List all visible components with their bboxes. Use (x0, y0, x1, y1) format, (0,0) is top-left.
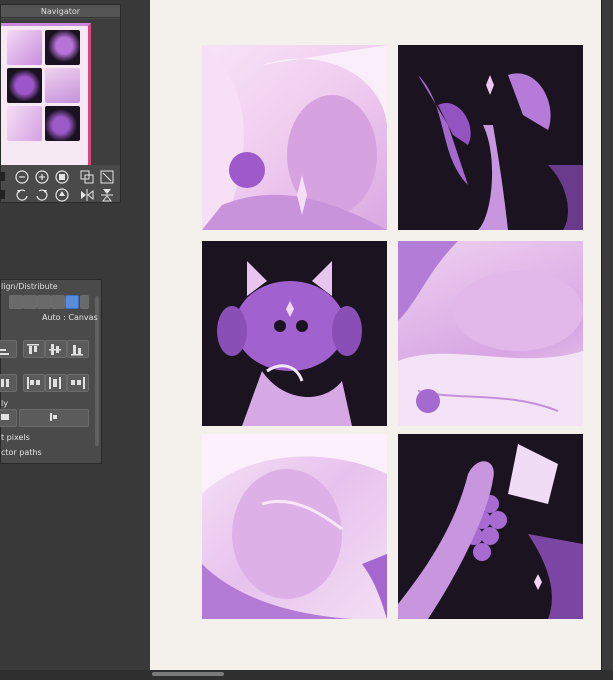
horizontal-scrollbar[interactable] (0, 670, 613, 680)
target-layer-button[interactable] (23, 295, 37, 309)
rotate-right-icon[interactable] (34, 187, 50, 203)
target-auto-button[interactable] (65, 295, 79, 309)
fit-icon[interactable] (79, 169, 95, 185)
zoom-in-icon[interactable] (34, 169, 50, 185)
rotate-left-icon[interactable] (14, 187, 30, 203)
target-key-object-button[interactable] (37, 295, 51, 309)
canvas-area[interactable] (150, 0, 601, 670)
target-mode-label: Auto : Canvas (42, 313, 98, 322)
square-icon-2[interactable] (0, 187, 9, 203)
align-middle-button[interactable] (45, 340, 67, 358)
navigator-title: Navigator (1, 5, 120, 18)
artwork-panel-2[interactable] (398, 45, 583, 230)
right-panel-divider (601, 0, 602, 680)
right-panel-edge (601, 0, 613, 680)
pixels-option-label: t pixels (1, 433, 30, 442)
nav-thumb-5 (7, 106, 42, 141)
artwork-panel-6[interactable] (398, 434, 583, 619)
nav-thumb-2 (45, 30, 80, 65)
flip-horizontal-icon[interactable] (79, 187, 95, 203)
zoom-out-icon[interactable] (14, 169, 30, 185)
spacing-right-button[interactable] (19, 409, 89, 427)
spacing-left-button[interactable] (0, 409, 17, 427)
vector-paths-option-label: ctor paths (1, 448, 42, 457)
horizontal-scrollbar-thumb[interactable] (152, 672, 224, 676)
artwork-panel-4[interactable] (398, 241, 583, 426)
align-distribute-panel: lign/Distribute Auto : Canvas ly t pixel… (0, 279, 102, 464)
artwork-panel-1[interactable] (202, 45, 387, 230)
reset-rotation-icon[interactable] (54, 187, 70, 203)
align-panel-title: lign/Distribute (1, 282, 58, 291)
nav-thumb-4 (45, 68, 80, 103)
target-selection-button[interactable] (9, 295, 23, 309)
distribute-middle-button[interactable] (45, 374, 67, 392)
target-canvas-button[interactable] (51, 295, 65, 309)
flip-vertical-icon[interactable] (99, 187, 115, 203)
target-dropdown-button[interactable] (80, 295, 89, 309)
expand-icon[interactable] (99, 169, 115, 185)
distribute-bottom-button[interactable] (67, 374, 89, 392)
record-icon[interactable] (54, 169, 70, 185)
distribute-left-button[interactable] (0, 374, 17, 392)
distribute-top-button[interactable] (23, 374, 45, 392)
nav-thumb-3 (7, 68, 42, 103)
align-bottom-button[interactable] (67, 340, 89, 358)
align-top-button[interactable] (23, 340, 45, 358)
square-icon[interactable] (0, 169, 9, 185)
navigator-toolbar (0, 165, 120, 203)
app-window: Navigator lign/Distribute Auto: Canvas … (0, 0, 613, 680)
artwork-panel-3[interactable] (202, 241, 387, 426)
artwork-panel-5[interactable] (202, 434, 387, 619)
navigator-preview-area[interactable] (1, 19, 120, 165)
align-left-button[interactable] (0, 340, 17, 358)
navigator-preview[interactable] (1, 23, 91, 165)
nav-thumb-1 (7, 30, 42, 65)
nav-thumb-6 (45, 106, 80, 141)
only-label: ly (1, 399, 8, 408)
navigator-panel: Navigator (0, 4, 121, 203)
